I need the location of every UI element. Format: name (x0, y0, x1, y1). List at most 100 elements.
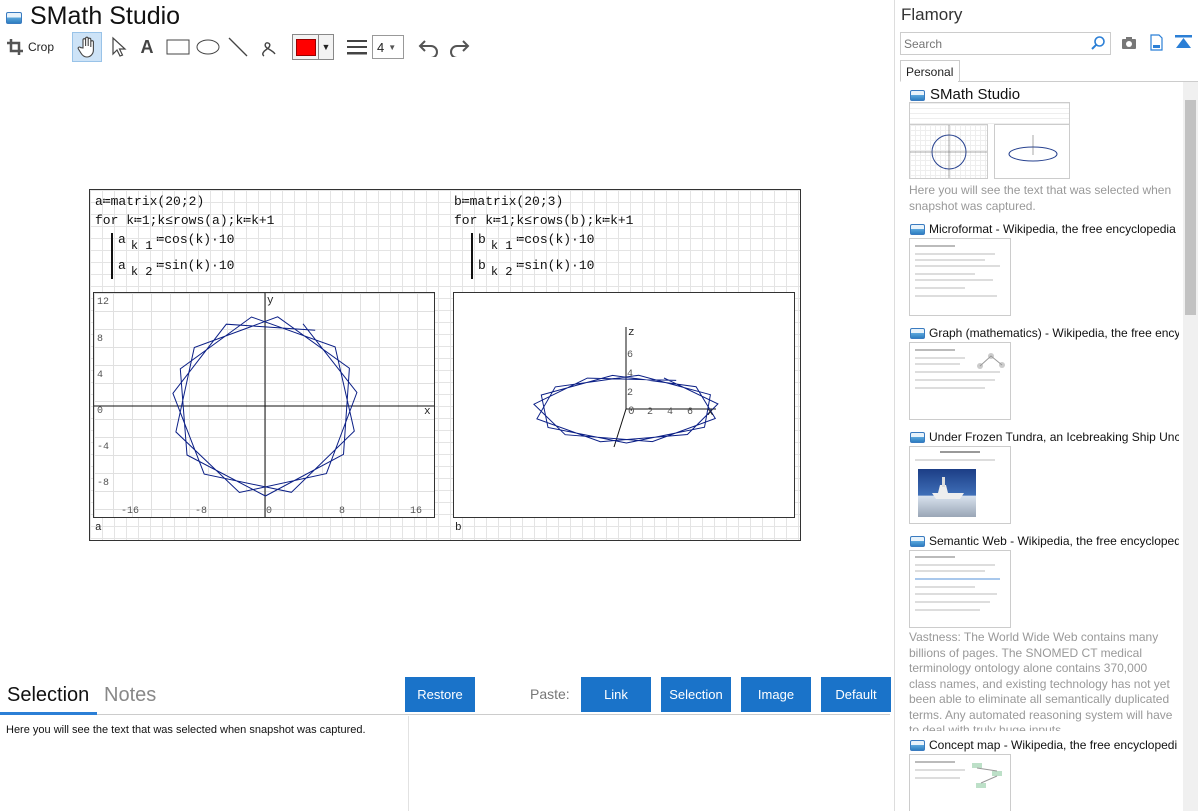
tab-selection[interactable]: Selection (7, 684, 89, 707)
redo-icon (450, 40, 470, 57)
sidebar-title: Flamory (901, 5, 963, 24)
snapshot-canvas[interactable]: a≔matrix(20;2) for k≔1;k≤rows(a);k≔k+1 a… (89, 189, 801, 541)
tab-notes[interactable]: Notes (104, 684, 156, 707)
card-thumbnail (994, 124, 1070, 179)
tab-active-indicator (0, 712, 97, 715)
restore-button[interactable]: Restore (405, 677, 475, 712)
search-icon[interactable] (1090, 35, 1106, 51)
app-icon (910, 740, 925, 751)
x-tick: 4 (667, 407, 674, 418)
history-card[interactable]: Semantic Web - Wikipedia, the free encyc… (908, 532, 1180, 732)
crop-button[interactable]: Crop (6, 33, 58, 61)
history-card[interactable]: SMath Studio Here you will see the text … (908, 86, 1180, 216)
plot-3d[interactable]: z 6 4 2 0 2 4 6 x (453, 292, 795, 518)
app-icon (910, 432, 925, 443)
collapse-top-icon[interactable] (1175, 35, 1192, 50)
history-card[interactable]: Concept map - Wikipedia, the free encycl… (908, 736, 1180, 811)
code-line: for k≔1;k≤rows(a);k≔k+1 (95, 213, 275, 228)
code-subscript: k 1 (130, 239, 153, 253)
x-tick: 0 (266, 506, 273, 517)
paste-image-button[interactable]: Image (741, 677, 811, 712)
app-icon (910, 328, 925, 339)
card-caption: Here you will see the text that was sele… (909, 183, 1172, 213)
text-tool-button[interactable]: A (136, 33, 158, 61)
color-swatch (296, 39, 316, 56)
app-title: SMath Studio (30, 2, 181, 30)
code-var: b (478, 258, 486, 273)
document-icon[interactable] (1150, 34, 1163, 51)
paste-selection-button[interactable]: Selection (661, 677, 731, 712)
search-input[interactable] (900, 32, 1111, 55)
rectangle-tool-button[interactable] (164, 33, 192, 61)
y-axis-label: y (267, 295, 274, 307)
card-title: Graph (mathematics) - Wikipedia, the fre… (929, 326, 1179, 340)
code-line: a≔matrix(20;2) (95, 194, 205, 209)
code-var: a (118, 258, 126, 273)
redo-button[interactable] (445, 33, 473, 61)
origin-label: 0 (628, 406, 635, 418)
z-tick: 6 (627, 350, 634, 361)
plot-2d[interactable]: 12 8 4 0 -4 -8 -16 -8 0 8 16 y x (93, 292, 435, 518)
app-icon (6, 12, 22, 24)
code-expr: ≔sin(k)·10 (516, 258, 595, 273)
freehand-icon (262, 42, 276, 57)
paste-link-button[interactable]: Link (581, 677, 651, 712)
chevron-down-icon: ▼ (318, 35, 333, 59)
text-tool-label: A (140, 36, 154, 57)
undo-button[interactable] (415, 33, 443, 61)
z-tick: 4 (627, 369, 634, 380)
crop-icon (7, 39, 23, 55)
app-icon (910, 90, 925, 101)
card-title: Semantic Web - Wikipedia, the free encyc… (929, 534, 1179, 548)
card-thumbnail (909, 342, 1011, 420)
card-thumbnail (909, 124, 988, 179)
select-tool-button[interactable] (106, 33, 132, 61)
card-title: Microformat - Wikipedia, the free encycl… (929, 222, 1176, 236)
line-width-value: 4 (377, 39, 385, 55)
y-tick: -8 (97, 478, 110, 489)
x-tick: 16 (410, 506, 423, 517)
chevron-down-icon: ▼ (388, 42, 397, 52)
history-card[interactable]: Microformat - Wikipedia, the free encycl… (908, 220, 1180, 320)
y-tick: -4 (97, 442, 110, 453)
card-title: Concept map - Wikipedia, the free encycl… (929, 738, 1178, 752)
camera-icon[interactable] (1121, 36, 1137, 50)
card-title: Under Frozen Tundra, an Icebreaking Ship… (929, 430, 1179, 444)
line-tool-button[interactable] (225, 33, 251, 61)
code-line: b≔matrix(20;3) (454, 194, 564, 209)
plot-3d-canvas (533, 327, 719, 448)
code-expr: ≔cos(k)·10 (516, 232, 595, 247)
code-subscript: k 2 (490, 265, 513, 279)
code-line: for k≔1;k≤rows(b);k≔k+1 (454, 213, 634, 228)
line-width-dropdown[interactable]: 4 ▼ (372, 35, 404, 59)
code-expr: ≔cos(k)·10 (156, 232, 235, 247)
plot-2d-canvas (94, 293, 434, 517)
loop-bar (471, 233, 473, 279)
history-card[interactable]: Graph (mathematics) - Wikipedia, the fre… (908, 324, 1180, 424)
card-title: SMath Studio (930, 86, 1021, 103)
code-line: a k 1 ≔cos(k)·10 (118, 232, 235, 253)
undo-icon (418, 40, 438, 57)
history-card[interactable]: Under Frozen Tundra, an Icebreaking Ship… (908, 428, 1180, 528)
ellipse-icon (196, 39, 220, 55)
tab-personal[interactable]: Personal (900, 60, 960, 82)
color-picker[interactable]: ▼ (292, 34, 334, 60)
x-axis-label: x (707, 407, 714, 419)
tab-line (958, 81, 1198, 82)
divider (408, 716, 409, 811)
freehand-tool-button[interactable] (255, 33, 281, 61)
hand-tool-button[interactable] (72, 32, 102, 62)
ellipse-tool-button[interactable] (194, 33, 222, 61)
rectangle-icon (166, 39, 190, 55)
app-icon (910, 536, 925, 547)
code-var: a (118, 232, 126, 247)
y-tick: 12 (97, 297, 110, 308)
selection-text: Here you will see the text that was sele… (6, 724, 366, 736)
code-subscript: k 1 (490, 239, 513, 253)
code-line: b k 2 ≔sin(k)·10 (478, 258, 595, 279)
card-caption: Vastness: The World Wide Web contains ma… (909, 630, 1173, 731)
z-tick: 2 (627, 388, 634, 399)
paste-default-button[interactable]: Default (821, 677, 891, 712)
hand-icon (77, 36, 94, 58)
scrollbar-thumb[interactable] (1185, 100, 1196, 315)
